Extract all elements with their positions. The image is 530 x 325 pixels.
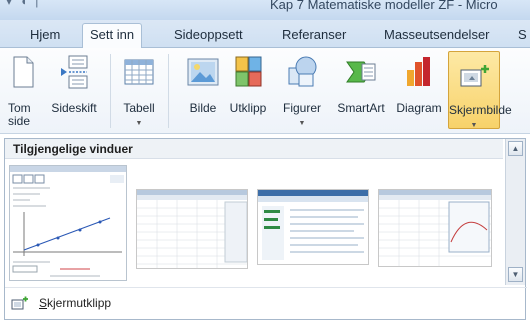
tab-referanser[interactable]: Referanser bbox=[278, 26, 350, 48]
smartart-button[interactable]: SmartArt bbox=[332, 50, 390, 130]
picture-button[interactable]: Bilde bbox=[184, 50, 222, 130]
window-preview-image bbox=[379, 190, 491, 266]
window-thumbnail-spreadsheet-2[interactable] bbox=[378, 189, 492, 267]
smartart-icon bbox=[346, 61, 376, 83]
screenshot-dropdown: Tilgjengelige vinduer ▲ ▼ Skjermutklipp bbox=[4, 138, 527, 320]
picture-icon bbox=[187, 58, 219, 86]
scroll-down-icon[interactable]: ▼ bbox=[508, 267, 523, 282]
screen-clipping-icon bbox=[11, 296, 28, 310]
ribbon-insert: Tom side Sideskift Tabell ▼ Bilde Utklip… bbox=[0, 48, 530, 134]
table-button[interactable]: Tabell ▼ bbox=[116, 50, 162, 130]
chevron-down-icon: ▼ bbox=[135, 120, 143, 127]
page-break-label: Sideskift bbox=[51, 101, 97, 115]
shapes-label: Figurer bbox=[282, 101, 321, 115]
tab-hjem[interactable]: Hjem bbox=[26, 26, 64, 48]
blank-page-icon bbox=[13, 56, 34, 88]
picture-label: Bilde bbox=[189, 101, 217, 115]
shapes-button[interactable]: Figurer ▼ bbox=[274, 50, 330, 130]
shapes-icon bbox=[288, 56, 317, 87]
page-break-icon bbox=[61, 55, 88, 89]
group-separator bbox=[110, 54, 111, 128]
screenshot-button[interactable]: Skjermbilde ▼ bbox=[448, 51, 512, 129]
save-icon[interactable]: ▾ bbox=[6, 0, 12, 8]
screenshot-label: Skjermbilde bbox=[449, 103, 512, 117]
title-bar: ▾ ◖ | Kap 7 Matematiske modeller ZF - Mi… bbox=[0, 0, 530, 20]
tab-sideoppsett[interactable]: Sideoppsett bbox=[170, 26, 247, 48]
blank-page-label-2: side bbox=[8, 114, 31, 128]
window-preview-image bbox=[258, 190, 368, 260]
tab-sett-inn[interactable]: Sett inn bbox=[82, 23, 143, 49]
gallery-scrollbar[interactable]: ▲ ▼ bbox=[505, 139, 525, 285]
window-thumbnail-spreadsheet-1[interactable] bbox=[136, 189, 248, 269]
window-title: Kap 7 Matematiske modeller ZF - Micro bbox=[270, 0, 498, 12]
quick-access-toolbar[interactable]: ▾ ◖ | bbox=[6, 0, 38, 8]
table-label: Tabell bbox=[123, 101, 155, 115]
blank-page-button[interactable]: Tom side bbox=[2, 50, 42, 130]
ribbon-tab-bar: Hjem Sett inn Sideoppsett Referanser Mas… bbox=[0, 20, 530, 49]
window-thumbnail-browser[interactable] bbox=[257, 189, 369, 265]
window-thumbnail-geogebra[interactable] bbox=[9, 165, 127, 281]
undo-icon[interactable]: ◖ bbox=[20, 0, 27, 8]
chevron-down-icon: ▼ bbox=[298, 120, 306, 127]
clip-art-icon bbox=[235, 56, 262, 87]
chart-label: Diagram bbox=[396, 101, 442, 115]
chart-button[interactable]: Diagram bbox=[392, 50, 446, 130]
window-preview-image bbox=[137, 190, 247, 268]
available-windows-header: Tilgjengelige vinduer bbox=[5, 139, 503, 159]
screen-clipping-label: Skjermutklipp bbox=[39, 296, 111, 310]
screenshot-icon bbox=[460, 65, 489, 87]
scroll-up-icon[interactable]: ▲ bbox=[508, 141, 523, 156]
group-separator bbox=[168, 54, 169, 128]
page-break-button[interactable]: Sideskift bbox=[44, 50, 104, 130]
chevron-down-icon: ▼ bbox=[470, 122, 478, 129]
window-preview-image bbox=[10, 166, 126, 277]
qat-menu-icon[interactable]: | bbox=[35, 0, 38, 8]
tab-masseutsendelser[interactable]: Masseutsendelser bbox=[380, 26, 494, 48]
screen-clipping-item[interactable]: Skjermutklipp bbox=[5, 287, 527, 319]
tab-s[interactable]: S bbox=[514, 26, 530, 48]
smartart-label: SmartArt bbox=[337, 101, 385, 115]
clip-art-label: Utklipp bbox=[229, 101, 267, 115]
screen-clipping-accelerator: S bbox=[39, 296, 48, 310]
chart-icon bbox=[407, 57, 430, 86]
screen-clipping-label-rest: kjermutklipp bbox=[47, 296, 112, 310]
table-icon bbox=[124, 59, 154, 85]
clip-art-button[interactable]: Utklipp bbox=[224, 50, 272, 130]
